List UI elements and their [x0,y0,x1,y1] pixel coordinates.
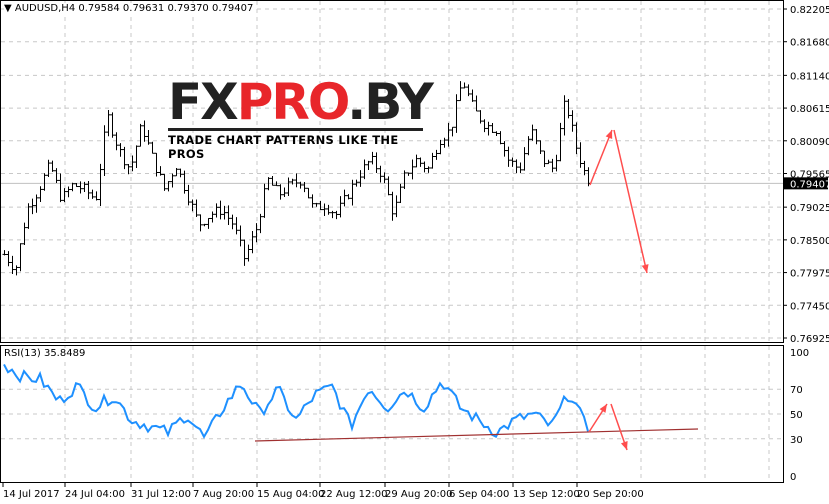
x-tick-label: 24 Jul 04:00 [65,489,125,500]
rsi-arrow-up-head-icon [599,404,607,413]
x-tick-label: 31 Jul 12:00 [131,489,191,500]
price-tick-label: 0.82205 [790,5,829,16]
x-tick-label: 22 Aug 12:00 [320,489,387,500]
price-tick-label: 0.77450 [790,301,829,312]
rsi-tick-label: 50 [790,410,803,421]
forecast-arrow-up [589,129,613,186]
rsi-tick-label: 0 [790,472,796,483]
price-tick-label: 0.81680 [790,38,829,49]
main-pane-frame [0,0,784,343]
rsi-label: RSI(13) 35.8489 [4,348,86,359]
rsi-tick-label: 70 [790,385,803,396]
rsi-line [3,363,589,439]
rsi-arrow-down-head-icon [620,441,628,450]
price-tick-label: 0.78500 [790,236,829,247]
x-tick-label: 14 Jul 2017 [3,489,60,500]
logo-text: .BY [347,73,434,131]
price-tick-label: 0.80090 [790,137,829,148]
forecast-arrow-down [613,129,648,274]
forecast-arrow-up-head-icon [605,130,613,139]
logo-text-red: PRO [236,73,350,131]
x-tick-label: 15 Aug 04:00 [257,489,324,500]
price-tick-label: 0.76925 [790,334,829,345]
ohlc-values: 0.79584 0.79631 0.79370 0.79407 [78,3,254,14]
x-tick-label: 29 Aug 20:00 [385,489,452,500]
x-tick-label: 6 Sep 04:00 [449,489,509,500]
price-tick-label: 0.79025 [790,203,829,214]
x-tick-label: 7 Aug 20:00 [193,489,254,500]
logo-text: FX [168,73,239,131]
symbol-header: ▼ AUDUSD,H4 0.79584 0.79631 0.79370 0.79… [4,3,254,14]
current-price-label: 0.79407 [790,179,829,190]
rsi-tick-label: 100 [790,348,809,359]
drawings [254,129,699,451]
x-tick-label: 20 Sep 20:00 [577,489,644,500]
price-tick-label: 0.80615 [790,104,829,115]
rsi-series [3,363,589,439]
price-tick-label: 0.81140 [790,71,829,82]
symbol-label: AUDUSD,H4 [14,3,76,14]
fxpro-logo: FXPRO.BY TRADE CHART PATTERNS LIKE THE P… [168,77,434,161]
x-tick-label: 13 Sep 12:00 [513,489,580,500]
dropdown-triangle-icon[interactable]: ▼ [4,3,12,14]
forecast-arrow-down-head-icon [641,264,649,273]
logo-tagline: TRADE CHART PATTERNS LIKE THE PROS [168,128,423,161]
price-tick-label: 0.77975 [790,269,829,280]
rsi-tick-label: 30 [790,435,803,446]
